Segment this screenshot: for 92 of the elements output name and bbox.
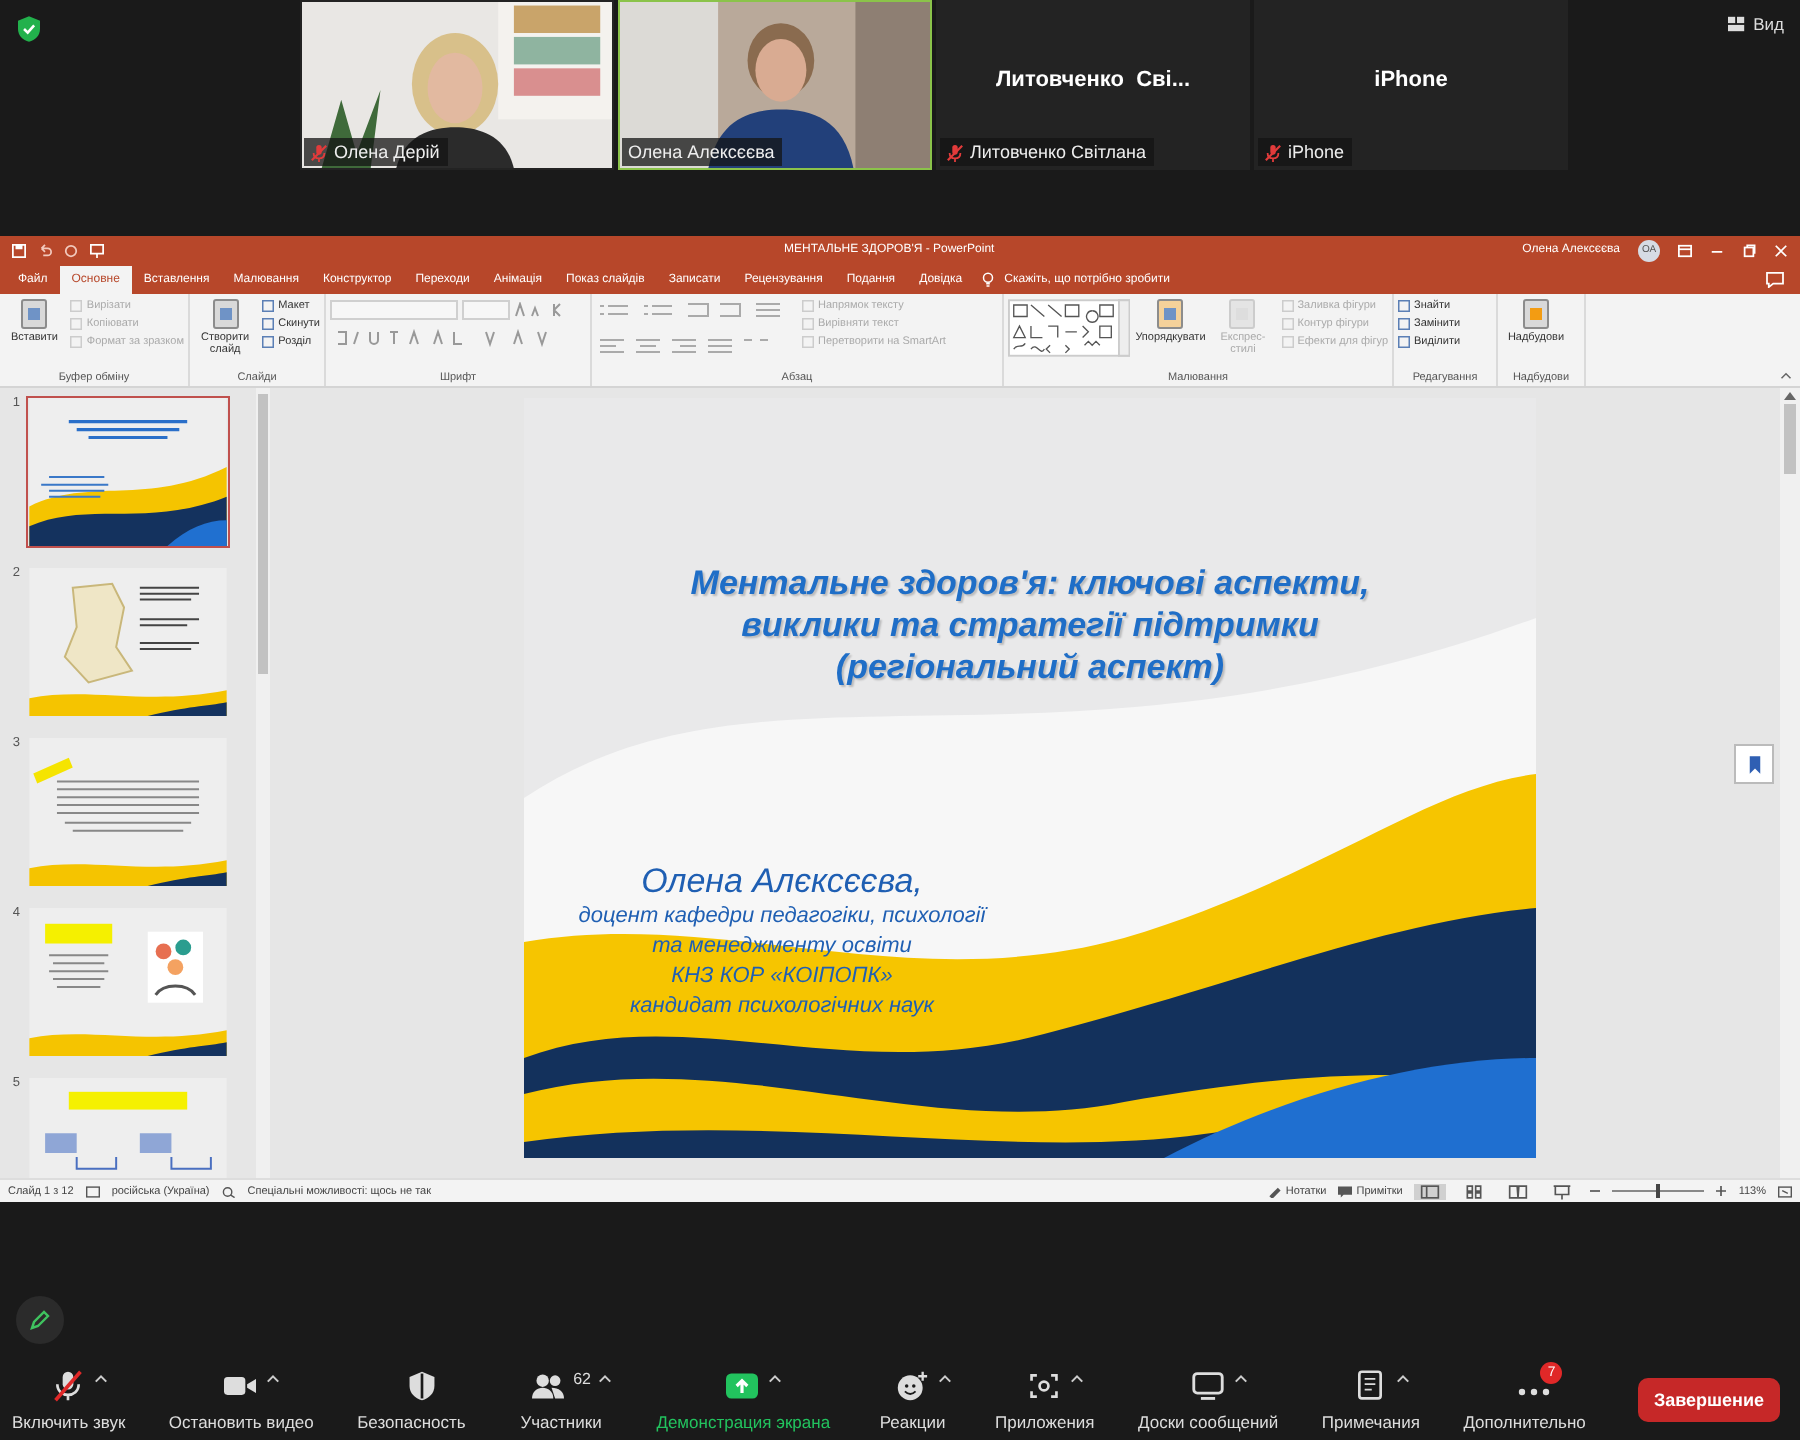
caret-icon[interactable] [768,1373,783,1383]
font-name-field[interactable] [330,299,458,320]
square-icon [1281,299,1294,312]
caret-icon[interactable] [266,1373,281,1383]
square-icon [802,335,814,348]
slide-thumbnail[interactable] [26,396,230,549]
participant-tile[interactable]: Олена Алексєєва [618,0,932,170]
shapes-gallery[interactable] [1008,297,1131,358]
more-icon [1518,1387,1551,1395]
vertical-scrollbar[interactable] [1780,388,1800,1179]
participant-name-tag: Олена Алексєєва [622,138,783,166]
square-icon [1281,317,1294,330]
redo-icon[interactable] [64,243,78,258]
author-detail: кандидат психологічних наук [629,992,934,1023]
zoom-slider-thumb[interactable] [1656,1184,1661,1199]
square-icon [802,299,814,312]
square-icon [70,317,83,330]
scrollbar-thumb[interactable] [258,394,268,675]
zoom-out-icon[interactable] [1590,1186,1601,1197]
annotate-button[interactable] [16,1296,64,1344]
close-icon[interactable] [1774,243,1788,258]
bookmark-button[interactable] [1734,744,1774,785]
fit-to-window-icon[interactable] [1778,1185,1792,1198]
square-icon [1398,299,1410,312]
toolbar-button[interactable]: Безопасность [357,1369,466,1431]
square-icon [262,317,275,330]
grid-icon [1727,16,1746,32]
participant-tile[interactable]: Олена Дерій [300,0,614,170]
end-meeting-button[interactable]: Завершение [1637,1378,1780,1422]
participant-tile[interactable]: Литовченко Сві... Литовченко Світлана [936,0,1250,170]
undo-icon[interactable] [38,243,52,258]
smiley-icon [893,1369,930,1401]
toolbar-button[interactable]: 62 Участники [509,1369,613,1431]
square-icon [1398,335,1410,348]
participant-name-tag: Олена Дерій [304,138,448,166]
slide-thumbnail[interactable] [26,566,230,719]
lightbulb-icon[interactable] [982,271,995,288]
pencil-icon [30,1310,50,1330]
participant-tile[interactable]: iPhone iPhone [1254,0,1568,170]
caret-icon[interactable] [1395,1373,1410,1383]
font-size-field[interactable] [462,299,510,320]
scrollbar-thumb[interactable] [1784,404,1796,475]
save-icon[interactable] [12,243,26,258]
pencil-icon [1267,1185,1282,1198]
thumbnail-scrollbar[interactable] [256,388,270,1179]
toolbar-button[interactable]: Демонстрация экрана [656,1369,831,1431]
apps-icon [1025,1369,1062,1401]
speech-bubble-icon [1338,1185,1353,1198]
participant-name-tag: iPhone [1258,138,1353,166]
collapse-ribbon-icon[interactable] [1780,372,1792,381]
participant-display-name: iPhone [1372,66,1450,92]
square-icon [802,317,814,330]
square-icon [1398,317,1410,330]
normal-view-icon[interactable] [1414,1183,1447,1200]
caret-icon[interactable] [93,1373,108,1383]
author-detail: доцент кафедри педагогіки, психології [578,902,986,933]
people-icon [529,1369,566,1401]
restore-icon[interactable] [1742,243,1756,258]
bookmark-icon [1747,755,1761,774]
monitor-icon [1189,1369,1226,1401]
zoom-in-icon[interactable] [1716,1186,1727,1197]
share-screen-icon [724,1369,761,1401]
toolbar-button[interactable]: Примечания [1321,1369,1420,1431]
caret-icon[interactable] [937,1373,952,1383]
view-button[interactable]: Вид [1723,12,1788,36]
toolbar-button[interactable]: Доски сообщений [1138,1369,1279,1431]
toolbar-button[interactable]: Остановить видео [168,1369,314,1431]
participant-display-name: Литовченко Сві... [993,66,1193,92]
presentation-icon[interactable] [90,243,104,258]
document-icon [1154,297,1187,330]
caret-icon[interactable] [598,1373,613,1383]
ribbon-options-icon[interactable] [1678,243,1692,258]
caret-icon[interactable] [1069,1373,1084,1383]
square-icon [262,299,275,312]
slide-title: Ментальне здоров'я: ключові аспекти, виклики та стратегії підтримки (регіональний аспект) [688,562,1372,689]
accessibility-icon[interactable] [221,1185,236,1198]
participant-name-tag: Литовченко Світлана [940,138,1154,166]
author-name: Олена Алєксєєва, [641,860,923,903]
comments-icon[interactable] [1766,271,1784,288]
spellcheck-icon[interactable] [85,1185,100,1198]
author-detail: КНЗ КОР «КОІПОПК» [671,962,893,993]
square-icon [70,299,83,312]
caret-icon[interactable] [1233,1373,1248,1383]
toolbar-button[interactable]: Реакции [873,1369,952,1431]
square-icon [1281,335,1294,348]
slide-thumbnail[interactable] [26,736,230,889]
toolbar-button[interactable]: Приложения [995,1369,1095,1431]
slide-thumbnail[interactable] [26,906,230,1059]
square-icon [262,335,275,348]
square-icon [70,335,83,348]
toolbar-button[interactable]: Включить звук [12,1369,126,1431]
shield-icon[interactable] [18,16,40,42]
